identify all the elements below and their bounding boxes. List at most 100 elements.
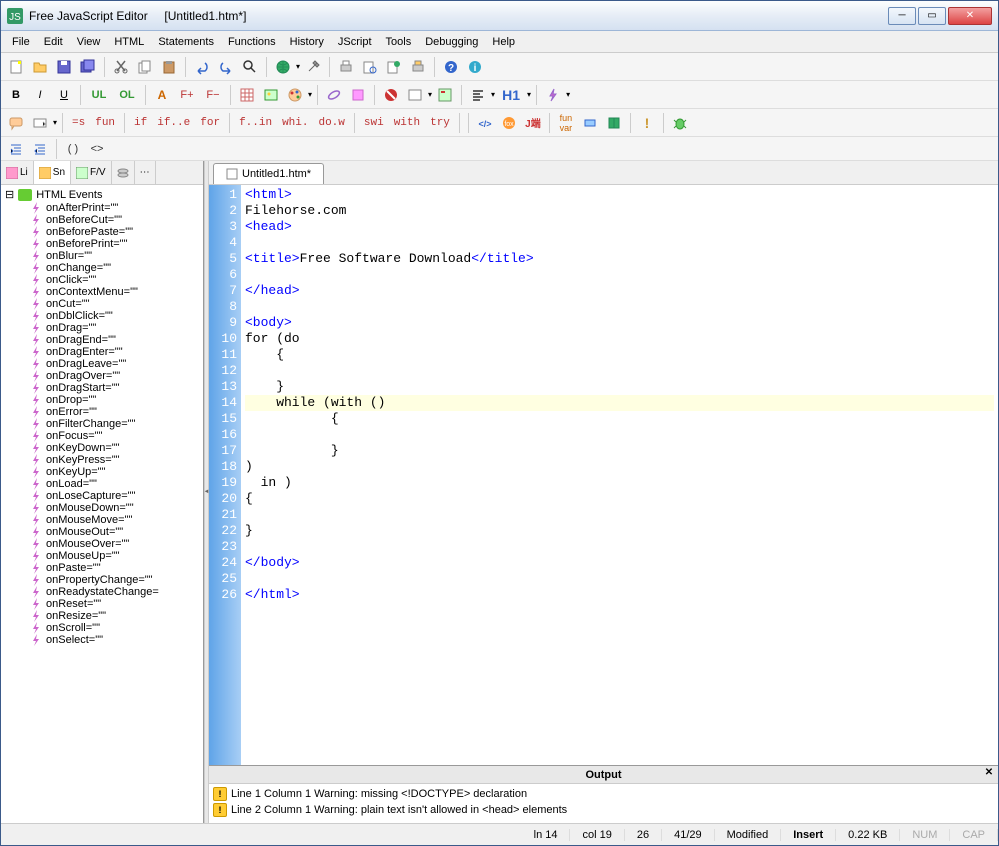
menu-history[interactable]: History <box>283 34 331 50</box>
tree-item[interactable]: onDblClick="" <box>3 310 201 322</box>
heading-button[interactable]: H1 <box>497 84 525 106</box>
div-button[interactable] <box>404 84 426 106</box>
ol-button[interactable]: OL <box>114 84 140 106</box>
link-button[interactable] <box>323 84 345 106</box>
menu-tools[interactable]: Tools <box>379 34 419 50</box>
script-tag-button[interactable]: </> <box>474 112 496 134</box>
sidebar-tab-sn[interactable]: Sn <box>34 161 71 184</box>
tree-item[interactable]: onKeyPress="" <box>3 454 201 466</box>
menu-debugging[interactable]: Debugging <box>418 34 485 50</box>
sidebar-tab-db[interactable] <box>112 161 135 184</box>
snippet-if[interactable]: if <box>130 117 151 129</box>
tree-item[interactable]: onLoseCapture="" <box>3 490 201 502</box>
tree-item[interactable]: onDragOver="" <box>3 370 201 382</box>
tree-item[interactable]: onError="" <box>3 406 201 418</box>
tree-item[interactable]: onMouseOut="" <box>3 526 201 538</box>
tree-view[interactable]: ⊟ HTML Events onAfterPrint=""onBeforeCut… <box>1 185 203 823</box>
maximize-button[interactable]: ▭ <box>918 7 946 25</box>
output-line[interactable]: !Line 1 Column 1 Warning: missing <!DOCT… <box>213 786 994 802</box>
redo-button[interactable] <box>215 56 237 78</box>
fox-button[interactable]: fox <box>498 112 520 134</box>
bug-button[interactable] <box>669 112 691 134</box>
book-button[interactable] <box>603 112 625 134</box>
close-button[interactable]: ✕ <box>948 7 992 25</box>
var-button[interactable] <box>579 112 601 134</box>
tree-item[interactable]: onFilterChange="" <box>3 418 201 430</box>
menu-statements[interactable]: Statements <box>151 34 221 50</box>
snippet-s[interactable]: =s <box>68 117 89 129</box>
preview-button[interactable] <box>359 56 381 78</box>
menu-html[interactable]: HTML <box>107 34 151 50</box>
snippet-dow[interactable]: do.w <box>314 117 348 129</box>
outdent-button[interactable] <box>29 138 51 160</box>
info-button[interactable]: i <box>464 56 486 78</box>
cut-button[interactable] <box>110 56 132 78</box>
bold-button[interactable]: B <box>5 84 27 106</box>
tree-item[interactable]: onDragStart="" <box>3 382 201 394</box>
font-decrease-button[interactable]: F− <box>201 84 225 106</box>
tree-item[interactable]: onMouseOver="" <box>3 538 201 550</box>
ul-button[interactable]: UL <box>86 84 112 106</box>
tree-root[interactable]: ⊟ HTML Events <box>3 187 201 202</box>
tree-item[interactable]: onBeforeCut="" <box>3 214 201 226</box>
brackets-button[interactable]: ( ) <box>62 138 84 160</box>
tree-item[interactable]: onDragEnter="" <box>3 346 201 358</box>
tree-item[interactable]: onContextMenu="" <box>3 286 201 298</box>
editor-tab[interactable]: Untitled1.htm* <box>213 163 324 184</box>
output-close-button[interactable]: ✕ <box>982 767 996 781</box>
color-palette-button[interactable] <box>284 84 306 106</box>
anchor-button[interactable] <box>347 84 369 106</box>
tree-item[interactable]: onMouseUp="" <box>3 550 201 562</box>
indent-button[interactable] <box>5 138 27 160</box>
comment-button[interactable] <box>5 112 27 134</box>
output-line[interactable]: !Line 2 Column 1 Warning: plain text isn… <box>213 802 994 818</box>
tree-item[interactable]: onCut="" <box>3 298 201 310</box>
find-button[interactable] <box>239 56 261 78</box>
tree-item[interactable]: onMouseMove="" <box>3 514 201 526</box>
menu-jscript[interactable]: JScript <box>331 34 379 50</box>
menu-file[interactable]: File <box>5 34 37 50</box>
preview-browser-button[interactable] <box>383 56 405 78</box>
tree-item[interactable]: onSelect="" <box>3 634 201 646</box>
tree-item[interactable]: onAfterPrint="" <box>3 202 201 214</box>
underline-button[interactable]: U <box>53 84 75 106</box>
tree-item[interactable]: onKeyUp="" <box>3 466 201 478</box>
menu-edit[interactable]: Edit <box>37 34 70 50</box>
menu-view[interactable]: View <box>70 34 108 50</box>
menu-help[interactable]: Help <box>485 34 522 50</box>
sidebar-tab-fv[interactable]: F/V <box>71 161 112 184</box>
undo-button[interactable] <box>191 56 213 78</box>
tree-item[interactable]: onDragEnd="" <box>3 334 201 346</box>
tree-item[interactable]: onBeforePrint="" <box>3 238 201 250</box>
web-button[interactable] <box>272 56 294 78</box>
tools-button[interactable] <box>302 56 324 78</box>
snippet-ife[interactable]: if..e <box>153 117 194 129</box>
font-button[interactable]: A <box>151 84 173 106</box>
snippet-with[interactable]: with <box>390 117 424 129</box>
tree-item[interactable]: onDragLeave="" <box>3 358 201 370</box>
form-button[interactable] <box>434 84 456 106</box>
tree-item[interactable]: onPropertyChange="" <box>3 574 201 586</box>
save-all-button[interactable] <box>77 56 99 78</box>
tree-item[interactable]: onChange="" <box>3 262 201 274</box>
copy-button[interactable] <box>134 56 156 78</box>
tree-item[interactable]: onResize="" <box>3 610 201 622</box>
tree-item[interactable]: onBeforePaste="" <box>3 226 201 238</box>
tree-item[interactable]: onMouseDown="" <box>3 502 201 514</box>
image-button[interactable] <box>260 84 282 106</box>
tree-item[interactable]: onPaste="" <box>3 562 201 574</box>
exclaim-button[interactable]: ! <box>636 112 658 134</box>
tree-item[interactable]: onClick="" <box>3 274 201 286</box>
dropdown-button[interactable] <box>29 112 51 134</box>
snippet-swi[interactable]: swi <box>360 117 388 129</box>
snippet-fun[interactable]: fun <box>91 117 119 129</box>
table-button[interactable] <box>236 84 258 106</box>
paste-button[interactable] <box>158 56 180 78</box>
braces-button[interactable]: <> <box>86 138 108 160</box>
open-file-button[interactable] <box>29 56 51 78</box>
print-preview-button[interactable] <box>407 56 429 78</box>
snippet-for[interactable]: for <box>196 117 224 129</box>
jsv-button[interactable]: J端 <box>522 112 544 134</box>
font-increase-button[interactable]: F+ <box>175 84 199 106</box>
function-button[interactable]: funvar <box>555 112 577 134</box>
